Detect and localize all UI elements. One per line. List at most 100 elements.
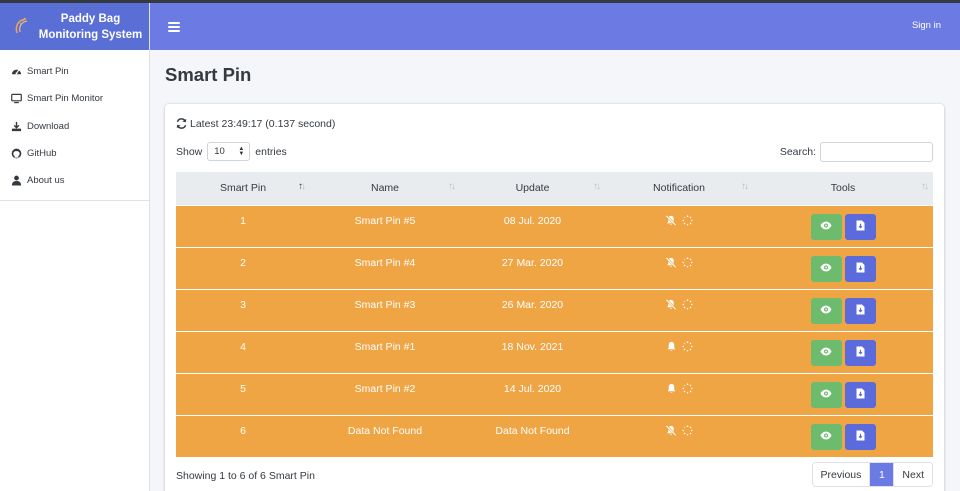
table-row: 6 Data Not Found Data Not Found [176, 415, 933, 457]
column-header-name[interactable]: Name ↑↓ [310, 172, 460, 205]
table-row: 3 Smart Pin #3 26 Mar. 2020 [176, 289, 933, 331]
eye-icon [820, 221, 832, 233]
table-info: Showing 1 to 6 of 6 Smart Pin [176, 470, 315, 482]
cell-smart-pin: 6 [240, 424, 246, 437]
cell-tools [753, 373, 933, 415]
entries-select-value: 10 [214, 146, 225, 157]
search-input[interactable] [820, 142, 933, 162]
eye-icon [820, 431, 832, 443]
column-header-label: Notification [653, 182, 705, 195]
cell-update: Data Not Found [495, 424, 570, 437]
column-header-label: Update [515, 182, 550, 195]
spinner-icon [681, 382, 693, 394]
sidebar-item-smart-pin-monitor[interactable]: Smart Pin Monitor [0, 85, 149, 112]
bell-slash-icon [665, 256, 677, 268]
column-header-label: Name [370, 182, 399, 195]
sidebar-item-about-us[interactable]: About us [0, 167, 149, 194]
cell-tools [753, 205, 933, 247]
download-file-button[interactable] [844, 255, 876, 282]
pagination-previous[interactable]: Previous [812, 463, 871, 486]
dashboard-icon [11, 66, 22, 77]
sort-icon: ↑↓ [921, 181, 929, 192]
sidebar-item-label: Smart Pin [27, 66, 69, 78]
latest-update-text: Latest 23:49:17 (0.137 second) [190, 117, 336, 130]
page-title: Smart Pin [165, 64, 252, 85]
view-button[interactable] [810, 423, 842, 450]
spinner-icon [682, 214, 693, 226]
cell-notification [605, 415, 753, 457]
bell-slash-icon [665, 298, 677, 310]
column-header-update[interactable]: Update ↑↓ [460, 172, 605, 205]
cell-name: Smart Pin #2 [354, 382, 416, 395]
cell-notification [605, 289, 753, 331]
sidebar-item-github[interactable]: GitHub [0, 140, 149, 167]
cell-tools [753, 331, 933, 373]
view-button[interactable] [810, 297, 842, 324]
file-download-icon [856, 262, 865, 276]
monitor-icon [11, 93, 22, 104]
cell-name: Smart Pin #4 [354, 256, 416, 269]
cell-notification [605, 247, 753, 289]
cell-tools [753, 289, 933, 331]
view-button[interactable] [810, 255, 842, 282]
pagination-next[interactable]: Next [893, 463, 932, 486]
brand[interactable]: Paddy Bag Monitoring System [0, 3, 149, 50]
column-header-notification[interactable]: Notification ↑↓ [605, 172, 753, 205]
sidebar-item-download[interactable]: Download [0, 113, 149, 140]
bell-slash-icon [665, 214, 677, 226]
eye-icon [820, 389, 832, 401]
pagination: Previous 1 Next [811, 462, 933, 487]
download-file-button[interactable] [844, 213, 876, 240]
cell-update: 26 Mar. 2020 [501, 298, 564, 311]
cell-notification [605, 373, 753, 415]
download-file-button[interactable] [844, 381, 876, 408]
download-file-button[interactable] [844, 423, 876, 450]
menu-toggle-icon[interactable] [168, 21, 180, 32]
sidebar: Paddy Bag Monitoring System Smart Pin Sm… [0, 3, 150, 491]
cell-update: 14 Jul. 2020 [503, 382, 562, 395]
bell-icon [666, 341, 677, 352]
select-caret-icon: ▲ ▼ [238, 146, 245, 157]
column-header-label: Tools [830, 182, 856, 195]
download-file-button[interactable] [844, 339, 876, 366]
top-navbar: Sign in [150, 3, 960, 50]
cell-update: 08 Jul. 2020 [503, 214, 562, 227]
cell-smart-pin: 1 [240, 214, 246, 227]
file-download-icon [856, 220, 865, 234]
view-button[interactable] [810, 339, 842, 366]
cell-update: 18 Nov. 2021 [501, 340, 564, 353]
paddy-logo-icon [15, 17, 28, 33]
sidebar-item-label: About us [27, 175, 65, 187]
column-header-smart-pin[interactable]: Smart Pin ↑↓ [176, 172, 310, 205]
brand-line-1: Paddy Bag [60, 12, 121, 25]
sort-icon: ↑↓ [593, 181, 601, 192]
sort-asc-icon: ↑↓ [298, 181, 306, 192]
search-label: Search: [779, 146, 816, 158]
table-row: 2 Smart Pin #4 27 Mar. 2020 [176, 247, 933, 289]
pagination-page-1[interactable]: 1 [870, 463, 894, 486]
table-row: 5 Smart Pin #2 14 Jul. 2020 [176, 373, 933, 415]
sort-icon: ↑↓ [448, 181, 456, 192]
brand-name: Paddy Bag Monitoring System [38, 11, 149, 43]
view-button[interactable] [810, 381, 842, 408]
cell-smart-pin: 5 [240, 382, 246, 395]
cell-tools [753, 247, 933, 289]
column-header-tools[interactable]: Tools ↑↓ [753, 172, 933, 205]
github-icon [11, 148, 22, 159]
spinner-icon [682, 298, 693, 310]
user-icon [11, 175, 22, 186]
latest-update[interactable]: Latest 23:49:17 (0.137 second) [175, 117, 335, 130]
sign-in-link[interactable]: Sign in [912, 20, 941, 31]
download-file-button[interactable] [844, 297, 876, 324]
bell-slash-icon [665, 424, 677, 436]
brand-line-2: Monitoring System [38, 28, 143, 41]
entries-select[interactable]: 10 ▲ ▼ [207, 142, 251, 161]
sidebar-item-smart-pin[interactable]: Smart Pin [0, 58, 149, 85]
entries-label: entries [255, 145, 287, 158]
view-button[interactable] [810, 213, 842, 240]
show-label: Show [176, 145, 203, 158]
download-icon [11, 121, 22, 132]
smart-pin-card: Latest 23:49:17 (0.137 second) Show 10 ▲… [165, 104, 944, 491]
column-header-label: Smart Pin [219, 182, 267, 195]
table-row: 4 Smart Pin #1 18 Nov. 2021 [176, 331, 933, 373]
